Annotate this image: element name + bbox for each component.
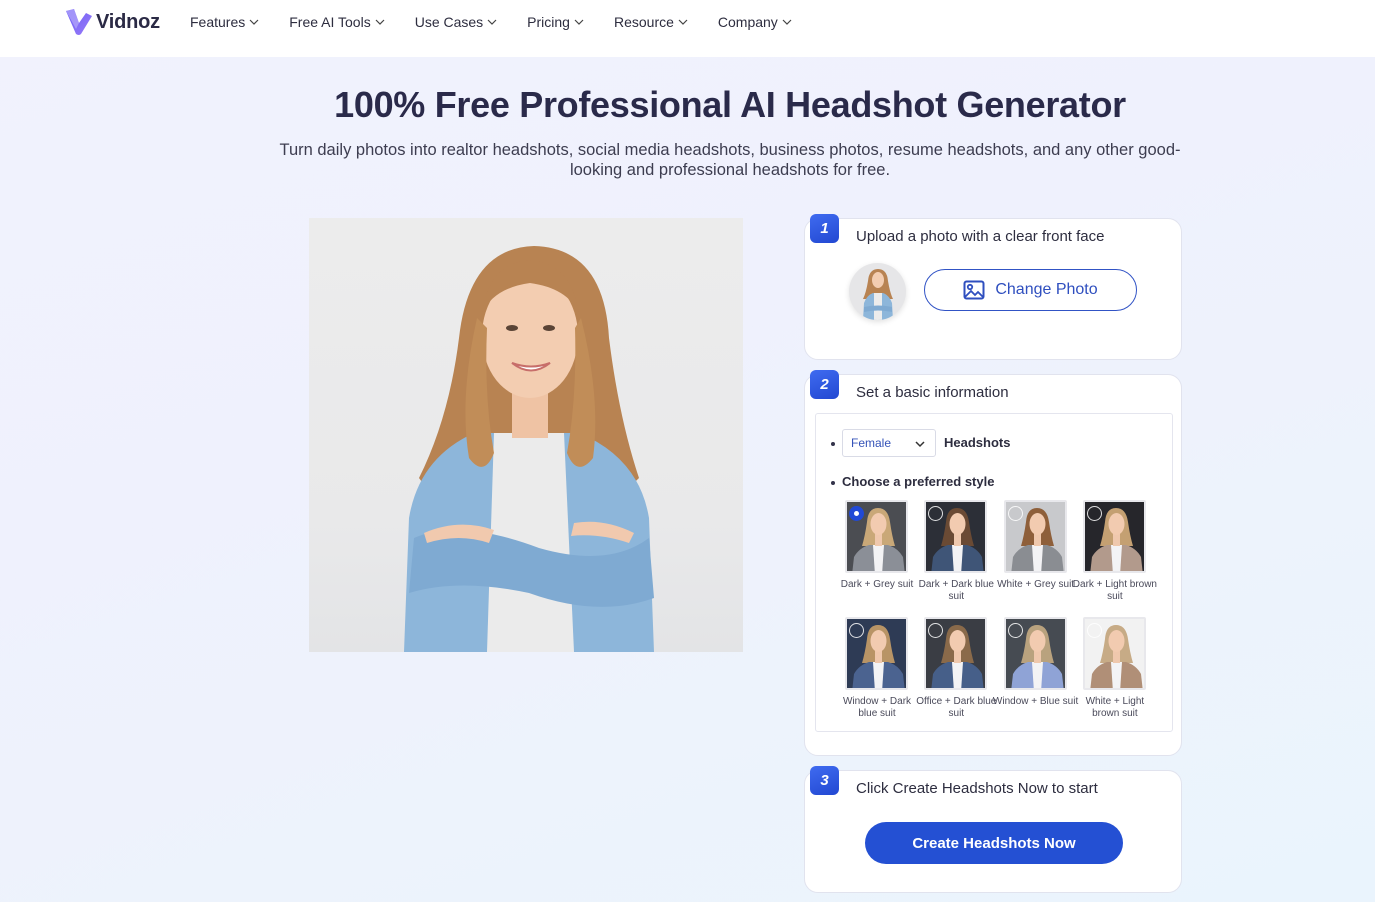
step-2-title: Set a basic information [856, 384, 1009, 401]
style-radio[interactable] [1007, 506, 1023, 521]
page-subtitle: Turn daily photos into realtor headshots… [279, 141, 1181, 179]
chevron-down-icon [574, 19, 584, 25]
nav-item-label: Use Cases [414, 14, 484, 30]
vidnoz-logo-icon [66, 9, 92, 35]
nav-item-resource[interactable]: Resource [614, 12, 688, 32]
nav-item-free-ai-tools[interactable]: Free AI Tools [289, 12, 385, 32]
style-thumbnail [1003, 500, 1067, 573]
step-1-title: Upload a photo with a clear front face [856, 228, 1105, 245]
nav-item-pricing[interactable]: Pricing [527, 12, 584, 32]
nav-item-features[interactable]: Features [190, 12, 259, 32]
style-thumbnail [1003, 617, 1067, 690]
headshots-label: Headshots [944, 435, 1011, 450]
chevron-down-icon [915, 441, 925, 448]
change-photo-button[interactable]: Change Photo [924, 269, 1137, 311]
page-title: 100% Free Professional AI Headshot Gener… [334, 84, 1126, 125]
image-icon [963, 280, 985, 300]
style-thumbnail [1082, 617, 1146, 690]
bullet [831, 481, 835, 485]
avatar-portrait-image [863, 269, 893, 320]
step-2-badge: 2 [810, 370, 839, 399]
step-3-card: 3 Click Create Headshots Now to start Cr… [804, 766, 1182, 893]
style-radio[interactable] [1086, 623, 1102, 638]
style-thumbnail [845, 500, 908, 573]
woman-portrait-image [404, 246, 654, 652]
step-1-card: 1 Upload a photo with a clear front face… [804, 214, 1182, 360]
step-3-title: Click Create Headshots Now to start [856, 780, 1098, 797]
uploaded-photo-preview [309, 218, 743, 652]
uploaded-photo-thumbnail [849, 263, 906, 320]
nav-item-label: Free AI Tools [289, 14, 371, 30]
style-radio[interactable] [849, 623, 864, 638]
style-caption: Dark + Light brown suit [1072, 579, 1157, 602]
step-3-badge: 3 [810, 766, 839, 795]
nav-item-company[interactable]: Company [718, 12, 792, 32]
nav-item-use-cases[interactable]: Use Cases [415, 12, 497, 32]
brand-name: Vidnoz [96, 10, 160, 33]
nav-item-label: Pricing [527, 14, 570, 30]
style-thumbnail [924, 617, 988, 690]
style-radio[interactable] [1007, 623, 1023, 638]
style-radio[interactable] [849, 506, 864, 521]
basic-info-panel: Female Headshots Choose a preferred styl… [815, 413, 1173, 732]
style-caption: Office + Dark blue suit [916, 696, 997, 719]
gender-select-value: Female [851, 436, 892, 450]
gender-select[interactable]: Female [842, 429, 936, 457]
create-headshots-button[interactable]: Create Headshots Now [865, 822, 1123, 864]
chevron-down-icon [375, 19, 385, 25]
chevron-down-icon [487, 19, 497, 25]
top-navbar: Vidnoz Features Free AI Tools Use Cases … [0, 0, 1375, 57]
chevron-down-icon [249, 19, 259, 25]
style-radio[interactable] [1086, 506, 1102, 521]
style-thumbnail [845, 617, 908, 690]
step-1-badge: 1 [810, 214, 839, 243]
nav-menu: Features Free AI Tools Use Cases Pricing… [190, 12, 822, 32]
vidnoz-logo[interactable]: Vidnoz [64, 6, 160, 38]
style-caption: Dark + Dark blue suit [918, 579, 994, 602]
chevron-down-icon [678, 19, 688, 25]
nav-item-label: Resource [613, 14, 674, 30]
style-caption: White + Light brown suit [1085, 696, 1145, 719]
nav-item-label: Company [717, 14, 778, 30]
style-caption: Window + Dark blue suit [842, 696, 912, 719]
style-thumbnail [1082, 500, 1146, 573]
style-caption: White + Grey suit [997, 579, 1075, 590]
step-2-card: 2 Set a basic information Female Headsho… [804, 370, 1182, 756]
style-caption: Dark + Grey suit [840, 579, 914, 590]
bullet [831, 442, 835, 446]
chevron-down-icon [782, 19, 792, 25]
change-photo-label: Change Photo [995, 281, 1098, 298]
style-label: Choose a preferred style [842, 474, 995, 489]
style-thumbnail [924, 500, 988, 573]
nav-item-label: Features [190, 14, 246, 30]
style-caption: Window + Blue suit [992, 696, 1079, 707]
